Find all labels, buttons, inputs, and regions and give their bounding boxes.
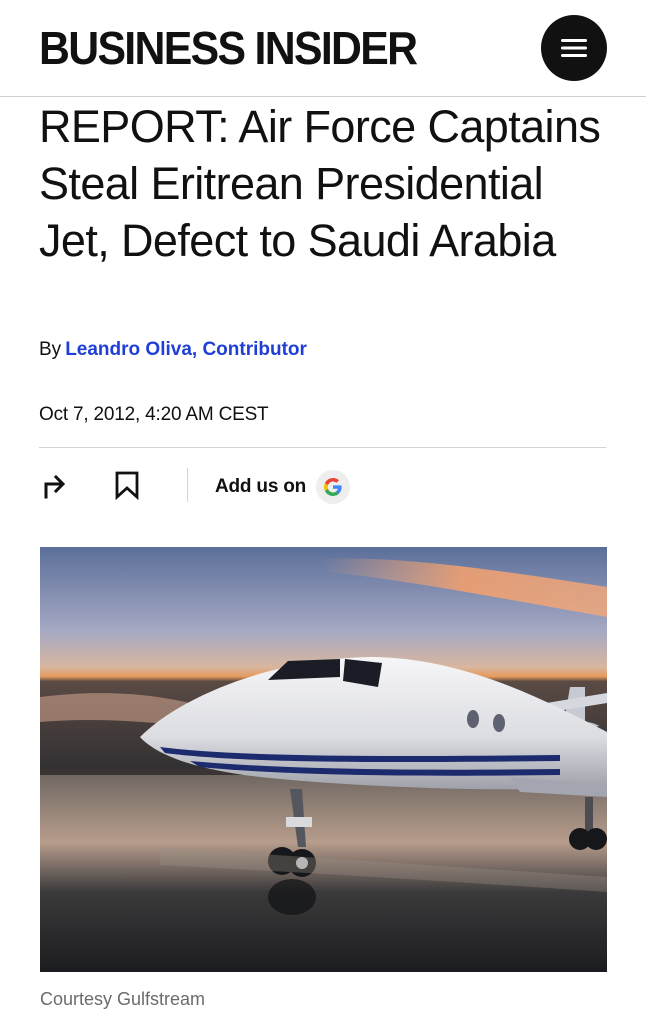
menu-button[interactable] [541,15,607,81]
share-arrow-icon [44,474,66,499]
hamburger-menu-icon [561,39,587,57]
bookmark-icon [115,471,139,501]
add-us-on-google-button[interactable]: Add us on [215,470,351,504]
google-g-icon [324,478,342,496]
site-logo[interactable]: BUSINESS INSIDER [39,22,418,74]
share-button[interactable] [40,470,70,500]
add-us-label: Add us on [215,476,307,497]
image-caption: Courtesy Gulfstream [40,989,206,1009]
author-link[interactable]: Leandro Oliva, Contributor [65,339,307,360]
divider [39,447,606,448]
bookmark-button[interactable] [112,470,142,501]
publish-date: Oct 7, 2012, 4:20 AM CEST [39,404,269,425]
action-separator [187,468,188,502]
byline-prefix: By [39,339,62,360]
article-headline: REPORT: Air Force Captains Steal Eritrea… [39,101,601,266]
site-header: BUSINESS INSIDER [0,0,646,97]
google-badge [316,470,351,504]
article-hero-image [40,547,607,972]
byline: By Leandro Oliva, Contributor [39,338,307,362]
jet-photo [40,547,607,972]
